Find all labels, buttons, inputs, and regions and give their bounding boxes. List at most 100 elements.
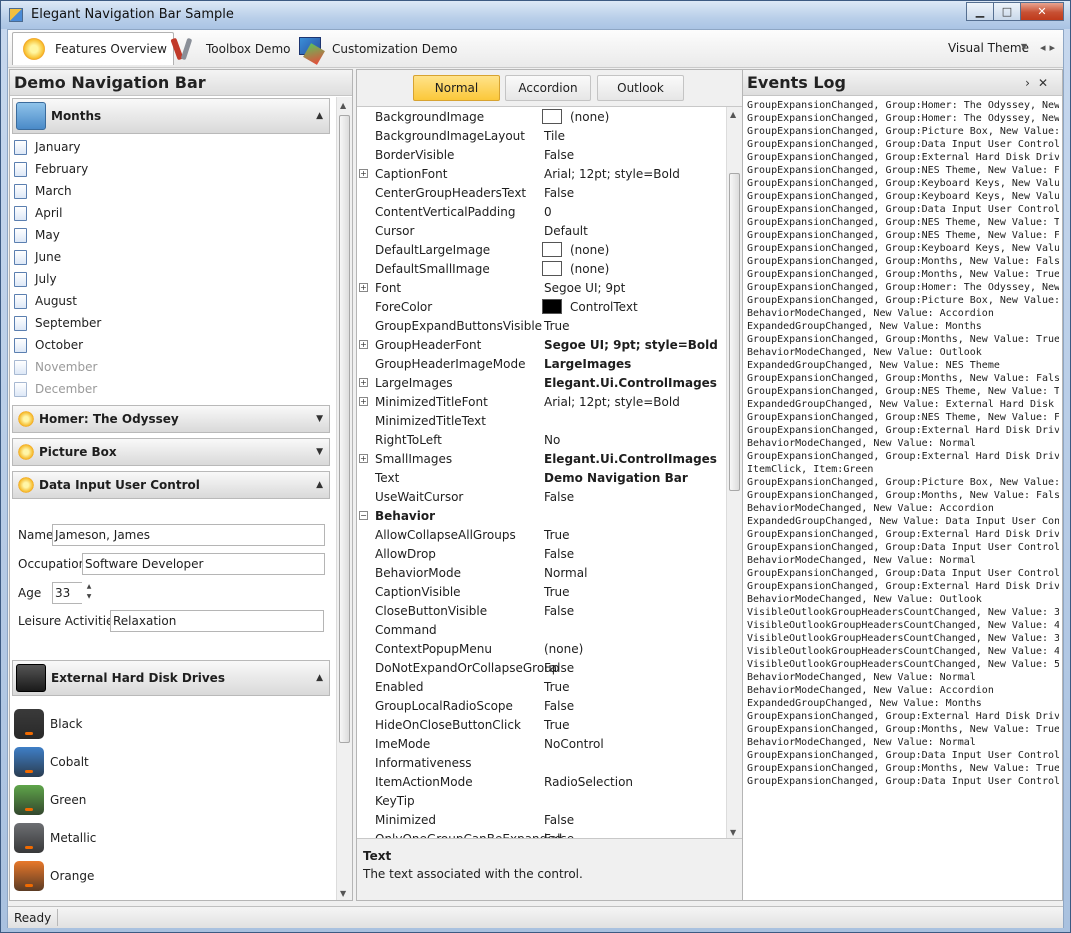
minimize-button[interactable]: ▁ <box>966 2 994 21</box>
property-row[interactable]: DefaultSmallImage (none) <box>357 260 725 279</box>
property-row[interactable]: Informativeness <box>357 754 725 773</box>
property-row[interactable]: + GroupHeaderFont Segoe UI; 9pt; style=Bol… <box>357 336 725 355</box>
property-value[interactable]: False <box>544 813 574 827</box>
property-row[interactable]: DoNotExpandOrCollapseGroup False <box>357 659 725 678</box>
list-item[interactable]: October <box>14 335 83 355</box>
expand-icon[interactable]: + <box>359 397 368 406</box>
property-value[interactable]: False <box>544 604 574 618</box>
expand-icon[interactable]: + <box>359 340 368 349</box>
group-header-drives[interactable]: External Hard Disk Drives ▲ <box>12 660 330 696</box>
mode-accordion-button[interactable]: Accordion <box>505 75 591 101</box>
property-row[interactable]: RightToLeft No <box>357 431 725 450</box>
property-value[interactable]: ControlText <box>570 300 638 314</box>
minimize-panel-icon[interactable]: › <box>1025 76 1038 90</box>
property-row[interactable]: + MinimizedTitleFont Arial; 12pt; style=Bo… <box>357 393 725 412</box>
age-stepper-arrows-icon[interactable]: ▲ ▼ <box>82 582 96 604</box>
property-value[interactable]: False <box>544 661 574 675</box>
expand-icon[interactable]: + <box>359 378 368 387</box>
maximize-button[interactable]: □ <box>993 2 1021 21</box>
scroll-down-icon[interactable]: ▼ <box>730 828 736 837</box>
property-value[interactable]: Default <box>544 224 588 238</box>
property-scroll-thumb[interactable] <box>729 173 740 491</box>
property-value[interactable]: False <box>544 699 574 713</box>
property-row[interactable]: ImeMode NoControl <box>357 735 725 754</box>
property-value[interactable]: Elegant.Ui.ControlImages <box>544 452 717 466</box>
property-value[interactable]: True <box>544 718 570 732</box>
property-row[interactable]: DefaultLargeImage (none) <box>357 241 725 260</box>
list-item[interactable]: Cobalt <box>14 745 89 779</box>
group-header-homer[interactable]: Homer: The Odyssey ▼ <box>12 405 330 433</box>
app-icon[interactable] <box>9 8 23 22</box>
title-bar[interactable]: Elegant Navigation Bar Sample ▁ □ ✕ <box>1 1 1070 29</box>
property-row[interactable]: AllowCollapseAllGroups True <box>357 526 725 545</box>
expand-icon[interactable]: + <box>359 169 368 178</box>
list-item[interactable]: Metallic <box>14 821 96 855</box>
tab-features-overview[interactable]: Features Overview <box>12 32 174 65</box>
nav-scrollbar[interactable]: ▲ ▼ <box>336 97 352 900</box>
list-item[interactable]: August <box>14 291 77 311</box>
property-row[interactable]: GroupLocalRadioScope False <box>357 697 725 716</box>
property-value[interactable]: Tile <box>544 129 565 143</box>
property-row[interactable]: ContentVerticalPadding 0 <box>357 203 725 222</box>
nav-scroll-thumb[interactable] <box>339 115 350 743</box>
list-item[interactable]: September <box>14 313 101 333</box>
property-row[interactable]: OnlyOneGroupCanBeExpanded False <box>357 830 725 838</box>
mode-normal-button[interactable]: Normal <box>413 75 500 101</box>
property-value[interactable]: NoControl <box>544 737 604 751</box>
visual-theme-dropdown[interactable]: Visual Theme <box>948 41 1029 55</box>
property-value[interactable]: Demo Navigation Bar <box>544 471 688 485</box>
mode-outlook-button[interactable]: Outlook <box>597 75 684 101</box>
property-row[interactable]: BorderVisible False <box>357 146 725 165</box>
group-header-picture-box[interactable]: Picture Box ▼ <box>12 438 330 466</box>
property-row[interactable]: GroupHeaderImageMode LargeImages <box>357 355 725 374</box>
scroll-up-icon[interactable]: ▲ <box>340 101 346 110</box>
chevron-up-icon[interactable]: ▲ <box>316 480 323 490</box>
property-value[interactable]: Elegant.Ui.ControlImages <box>544 376 717 390</box>
property-value[interactable]: (none) <box>570 110 609 124</box>
property-value[interactable]: False <box>544 148 574 162</box>
property-value[interactable]: Arial; 12pt; style=Bold <box>544 167 680 181</box>
list-item[interactable]: February <box>14 159 88 179</box>
property-value[interactable]: (none) <box>570 262 609 276</box>
property-row[interactable]: Enabled True <box>357 678 725 697</box>
chevron-down-icon[interactable]: ▼ <box>316 447 323 457</box>
property-row[interactable]: CenterGroupHeadersText False <box>357 184 725 203</box>
property-value[interactable]: Arial; 12pt; style=Bold <box>544 395 680 409</box>
expand-icon[interactable]: + <box>359 283 368 292</box>
property-value[interactable]: False <box>544 547 574 561</box>
property-value[interactable]: True <box>544 585 570 599</box>
property-row[interactable]: KeyTip <box>357 792 725 811</box>
expand-icon[interactable]: + <box>359 454 368 463</box>
property-scrollbar[interactable]: ▲ ▼ <box>726 107 742 838</box>
list-item[interactable]: December <box>14 379 97 399</box>
occupation-field[interactable]: Software Developer <box>82 553 325 575</box>
property-category[interactable]: − Behavior <box>357 507 725 526</box>
collapse-icon[interactable]: − <box>359 511 368 520</box>
property-value[interactable]: (none) <box>570 243 609 257</box>
chevron-down-icon[interactable]: ▼ <box>1021 42 1027 51</box>
property-row[interactable]: BackgroundImageLayout Tile <box>357 127 725 146</box>
property-value[interactable]: 0 <box>544 205 552 219</box>
tab-customization-demo[interactable]: Customization Demo <box>290 32 463 65</box>
list-item[interactable]: Black <box>14 707 82 741</box>
property-row[interactable]: Minimized False <box>357 811 725 830</box>
list-item[interactable]: June <box>14 247 61 267</box>
property-row[interactable]: + CaptionFont Arial; 12pt; style=Bold <box>357 165 725 184</box>
group-header-data-input[interactable]: Data Input User Control ▲ <box>12 471 330 499</box>
property-value[interactable]: False <box>544 832 574 838</box>
property-row[interactable]: + LargeImages Elegant.Ui.ControlImages <box>357 374 725 393</box>
property-row[interactable]: GroupExpandButtonsVisible True <box>357 317 725 336</box>
list-item[interactable]: May <box>14 225 60 245</box>
tab-toolbox-demo[interactable]: Toolbox Demo <box>164 32 296 65</box>
property-row[interactable]: Command <box>357 621 725 640</box>
property-value[interactable]: Segoe UI; 9pt; style=Bold <box>544 338 718 352</box>
chevron-down-icon[interactable]: ▼ <box>316 414 323 424</box>
property-row[interactable]: ForeColor ControlText <box>357 298 725 317</box>
property-value[interactable]: True <box>544 680 570 694</box>
property-row[interactable]: CloseButtonVisible False <box>357 602 725 621</box>
property-row[interactable]: Cursor Default <box>357 222 725 241</box>
property-row[interactable]: BackgroundImage (none) <box>357 108 725 127</box>
chevron-up-icon[interactable]: ▲ <box>316 673 323 683</box>
list-item[interactable]: March <box>14 181 72 201</box>
list-item[interactable]: November <box>14 357 97 377</box>
